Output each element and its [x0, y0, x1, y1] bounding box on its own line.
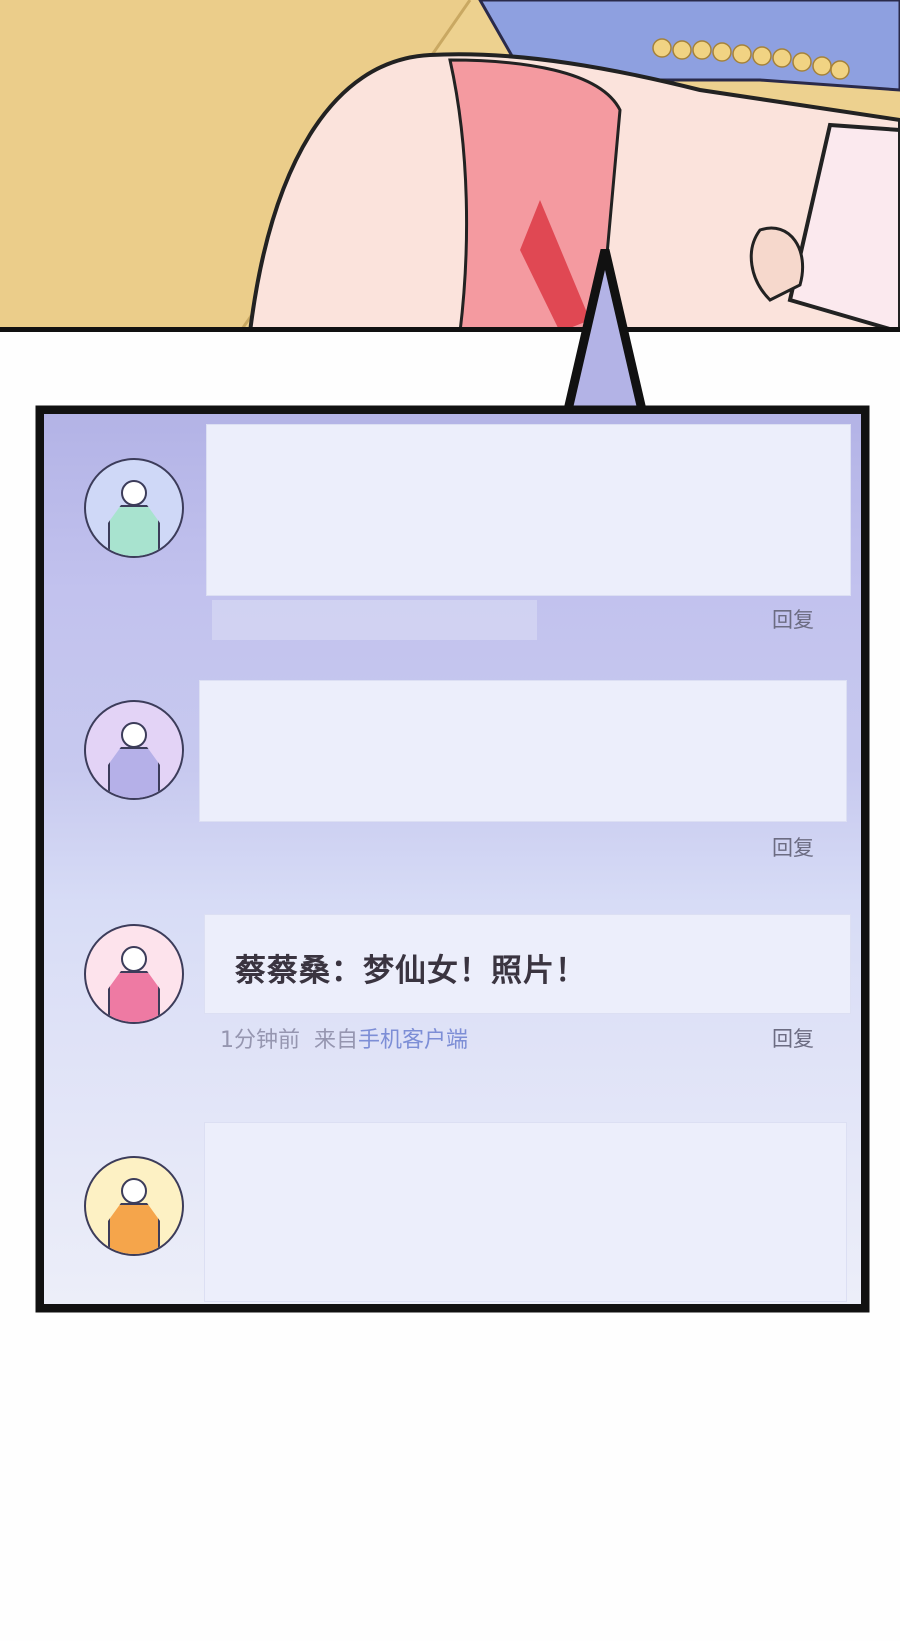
- comment-source-link[interactable]: 手机客户端: [358, 1028, 468, 1053]
- comment-meta-blurred: [212, 600, 537, 640]
- avatar-head: [121, 722, 147, 748]
- avatar-body: [108, 747, 160, 798]
- avatar-body: [108, 971, 160, 1022]
- user-avatar-1[interactable]: [84, 458, 184, 558]
- reply-link[interactable]: 回复: [772, 1023, 814, 1053]
- comment-text: 蔡蔡桑：梦仙女！照片！: [235, 953, 587, 989]
- comment-time: 1分钟前: [220, 1028, 300, 1053]
- reply-link[interactable]: 回复: [772, 604, 814, 634]
- user-avatar-3[interactable]: [84, 924, 184, 1024]
- avatar-head: [121, 946, 147, 972]
- avatar-head: [121, 480, 147, 506]
- user-avatar-2[interactable]: [84, 700, 184, 800]
- comment-bubble-1: [206, 424, 851, 596]
- comment-source-prefix: 来自: [314, 1028, 359, 1053]
- avatar-head: [121, 1178, 147, 1204]
- comment-bubble-4: [204, 1122, 847, 1302]
- comment-thread-screen: 回复 回复 蔡蔡桑：梦仙女！照片！ 1分钟前 来自手机客户端 回复: [44, 414, 861, 1304]
- user-avatar-4[interactable]: [84, 1156, 184, 1256]
- reply-link[interactable]: 回复: [772, 832, 814, 862]
- comment-bubble-2: [199, 680, 847, 822]
- comment-bubble-3: 蔡蔡桑：梦仙女！照片！: [204, 914, 851, 1014]
- avatar-body: [108, 505, 160, 556]
- avatar-body: [108, 1203, 160, 1254]
- comment-meta: 1分钟前 来自手机客户端: [220, 1022, 468, 1054]
